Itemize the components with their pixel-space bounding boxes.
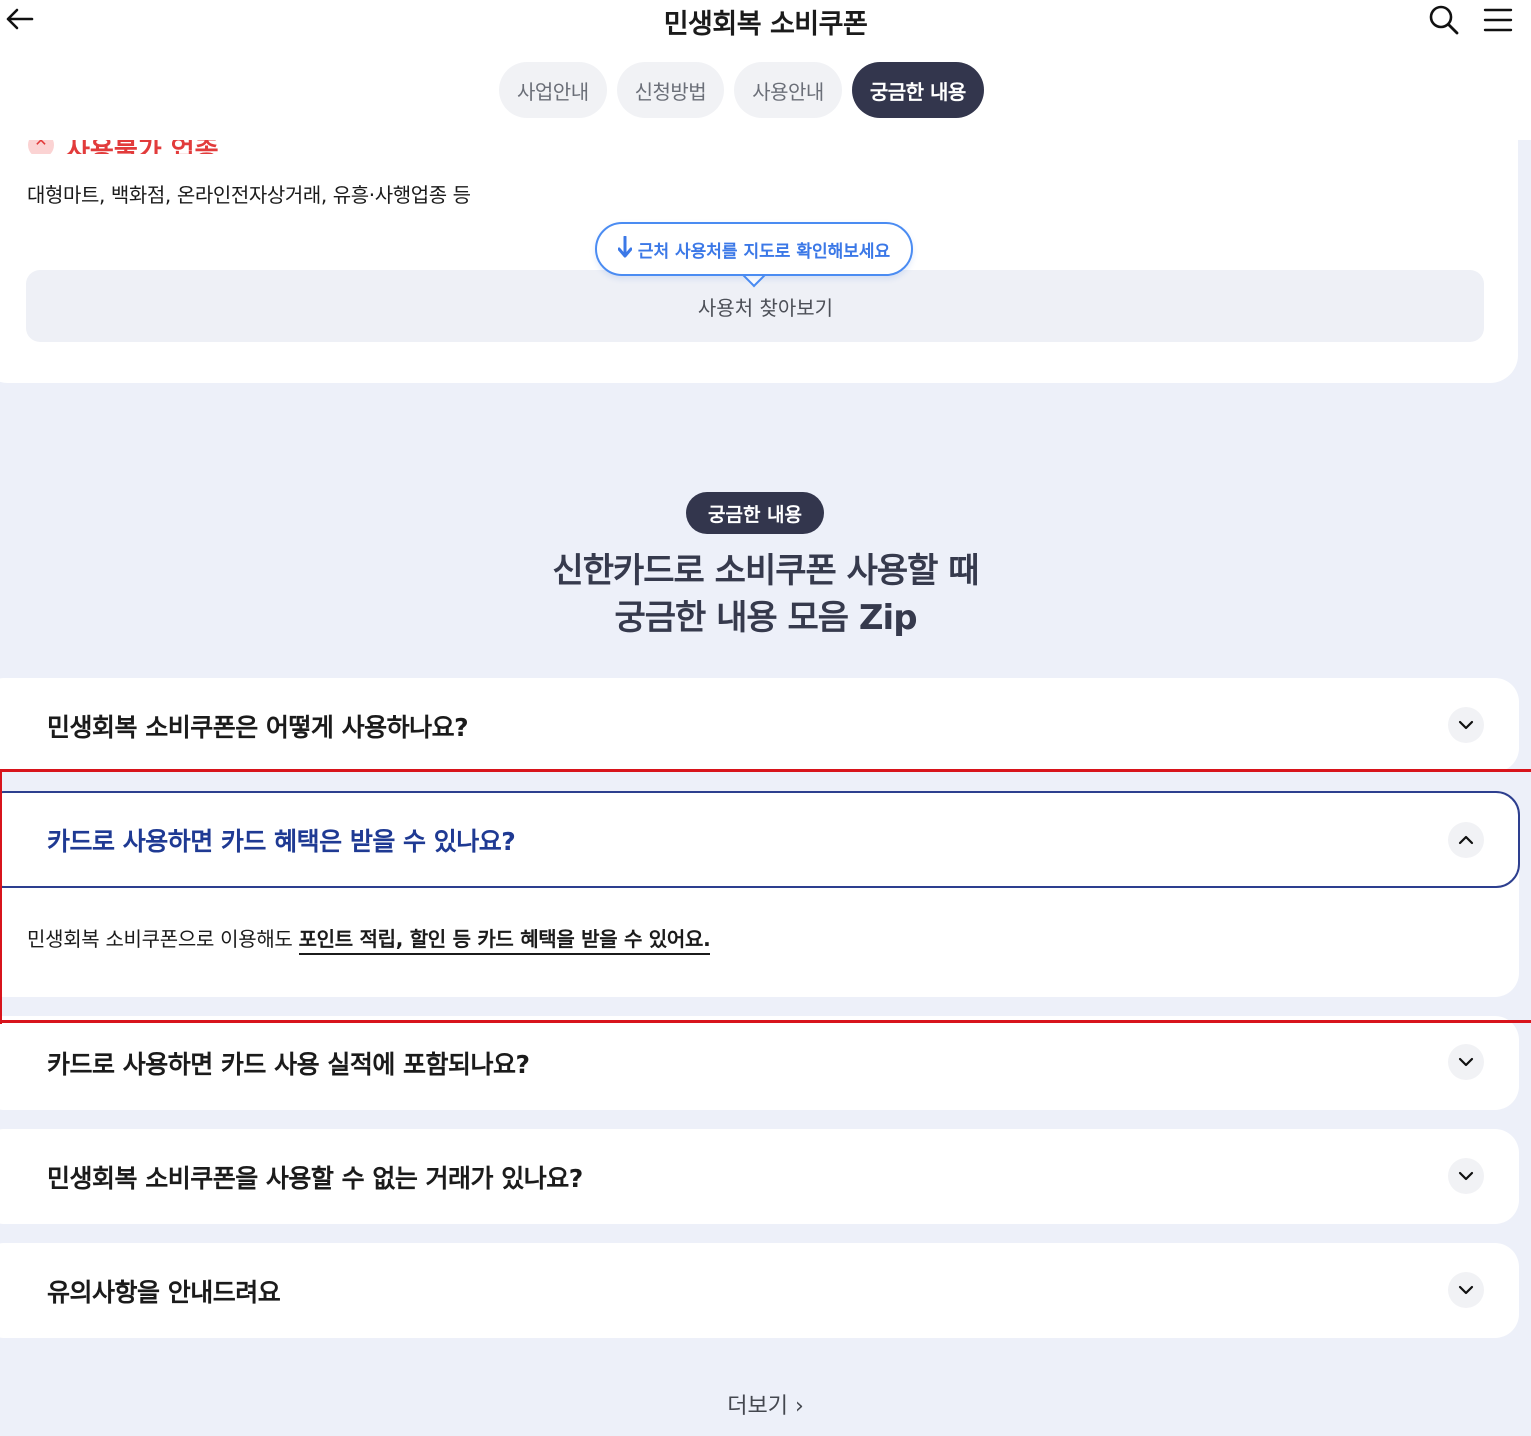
hamburger-menu-icon[interactable] <box>1483 8 1513 32</box>
highlight-outline-left <box>0 770 2 1024</box>
faq-section-title-line2: 궁금한 내용 모음 Zip <box>614 598 917 638</box>
restricted-description: 대형마트, 백화점, 온라인전자상거래, 유흥·사행업종 등 <box>27 183 471 207</box>
faq-section-badge: 궁금한 내용 <box>686 492 824 534</box>
search-icon[interactable] <box>1428 4 1460 36</box>
faq-answer-highlight: 포인트 적립, 할인 등 카드 혜택을 받을 수 있어요. <box>298 927 711 955</box>
more-link[interactable]: 더보기 › <box>0 1388 1531 1420</box>
faq-answer: 민생회복 소비쿠폰으로 이용해도 포인트 적립, 할인 등 카드 혜택을 받을 … <box>27 923 711 955</box>
tab-business-info[interactable]: 사업안내 <box>499 62 607 118</box>
tab-how-to-apply[interactable]: 신청방법 <box>616 62 725 118</box>
find-store-label: 사용처 찾아보기 <box>697 296 834 320</box>
faq-question[interactable]: 민생회복 소비쿠폰을 사용할 수 없는 거래가 있나요? <box>47 1159 583 1195</box>
faq-question[interactable]: 민생회복 소비쿠폰은 어떻게 사용하나요? <box>47 708 469 744</box>
chevron-down-icon[interactable] <box>1448 1044 1484 1080</box>
faq-question-active[interactable]: 카드로 사용하면 카드 혜택은 받을 수 있나요? <box>47 822 516 858</box>
map-bubble-text: 근처 사용처를 지도로 확인해보세요 <box>637 241 891 262</box>
highlight-outline-bottom <box>0 1020 1531 1023</box>
tab-usage-guide[interactable]: 사용안내 <box>734 62 842 118</box>
highlight-outline-top <box>0 769 1531 772</box>
faq-question[interactable]: 유의사항을 안내드려요 <box>47 1273 281 1309</box>
faq-section-title: 신한카드로 소비쿠폰 사용할 때 궁금한 내용 모음 Zip <box>0 548 1531 642</box>
chevron-up-icon[interactable] <box>1448 822 1484 858</box>
section-tabs: 사업안내 신청방법 사용안내 궁금한 내용 <box>499 62 984 118</box>
down-arrow-icon <box>617 235 633 263</box>
faq-question[interactable]: 카드로 사용하면 카드 사용 실적에 포함되나요? <box>47 1045 530 1081</box>
chevron-down-icon[interactable] <box>1448 1158 1484 1194</box>
chevron-down-icon[interactable] <box>1448 1272 1484 1308</box>
page-title: 민생회복 소비쿠폰 <box>663 9 868 40</box>
faq-section-title-line1: 신한카드로 소비쿠폰 사용할 때 <box>552 551 979 591</box>
chevron-down-icon[interactable] <box>1448 707 1484 743</box>
map-tooltip-bubble: 근처 사용처를 지도로 확인해보세요 <box>595 222 913 276</box>
tab-faq[interactable]: 궁금한 내용 <box>851 62 984 118</box>
top-header: 민생회복 소비쿠폰 사업안내 신청방법 사용안내 궁금한 내용 <box>0 0 1531 140</box>
faq-answer-text: 민생회복 소비쿠폰으로 이용해도 <box>27 927 299 951</box>
